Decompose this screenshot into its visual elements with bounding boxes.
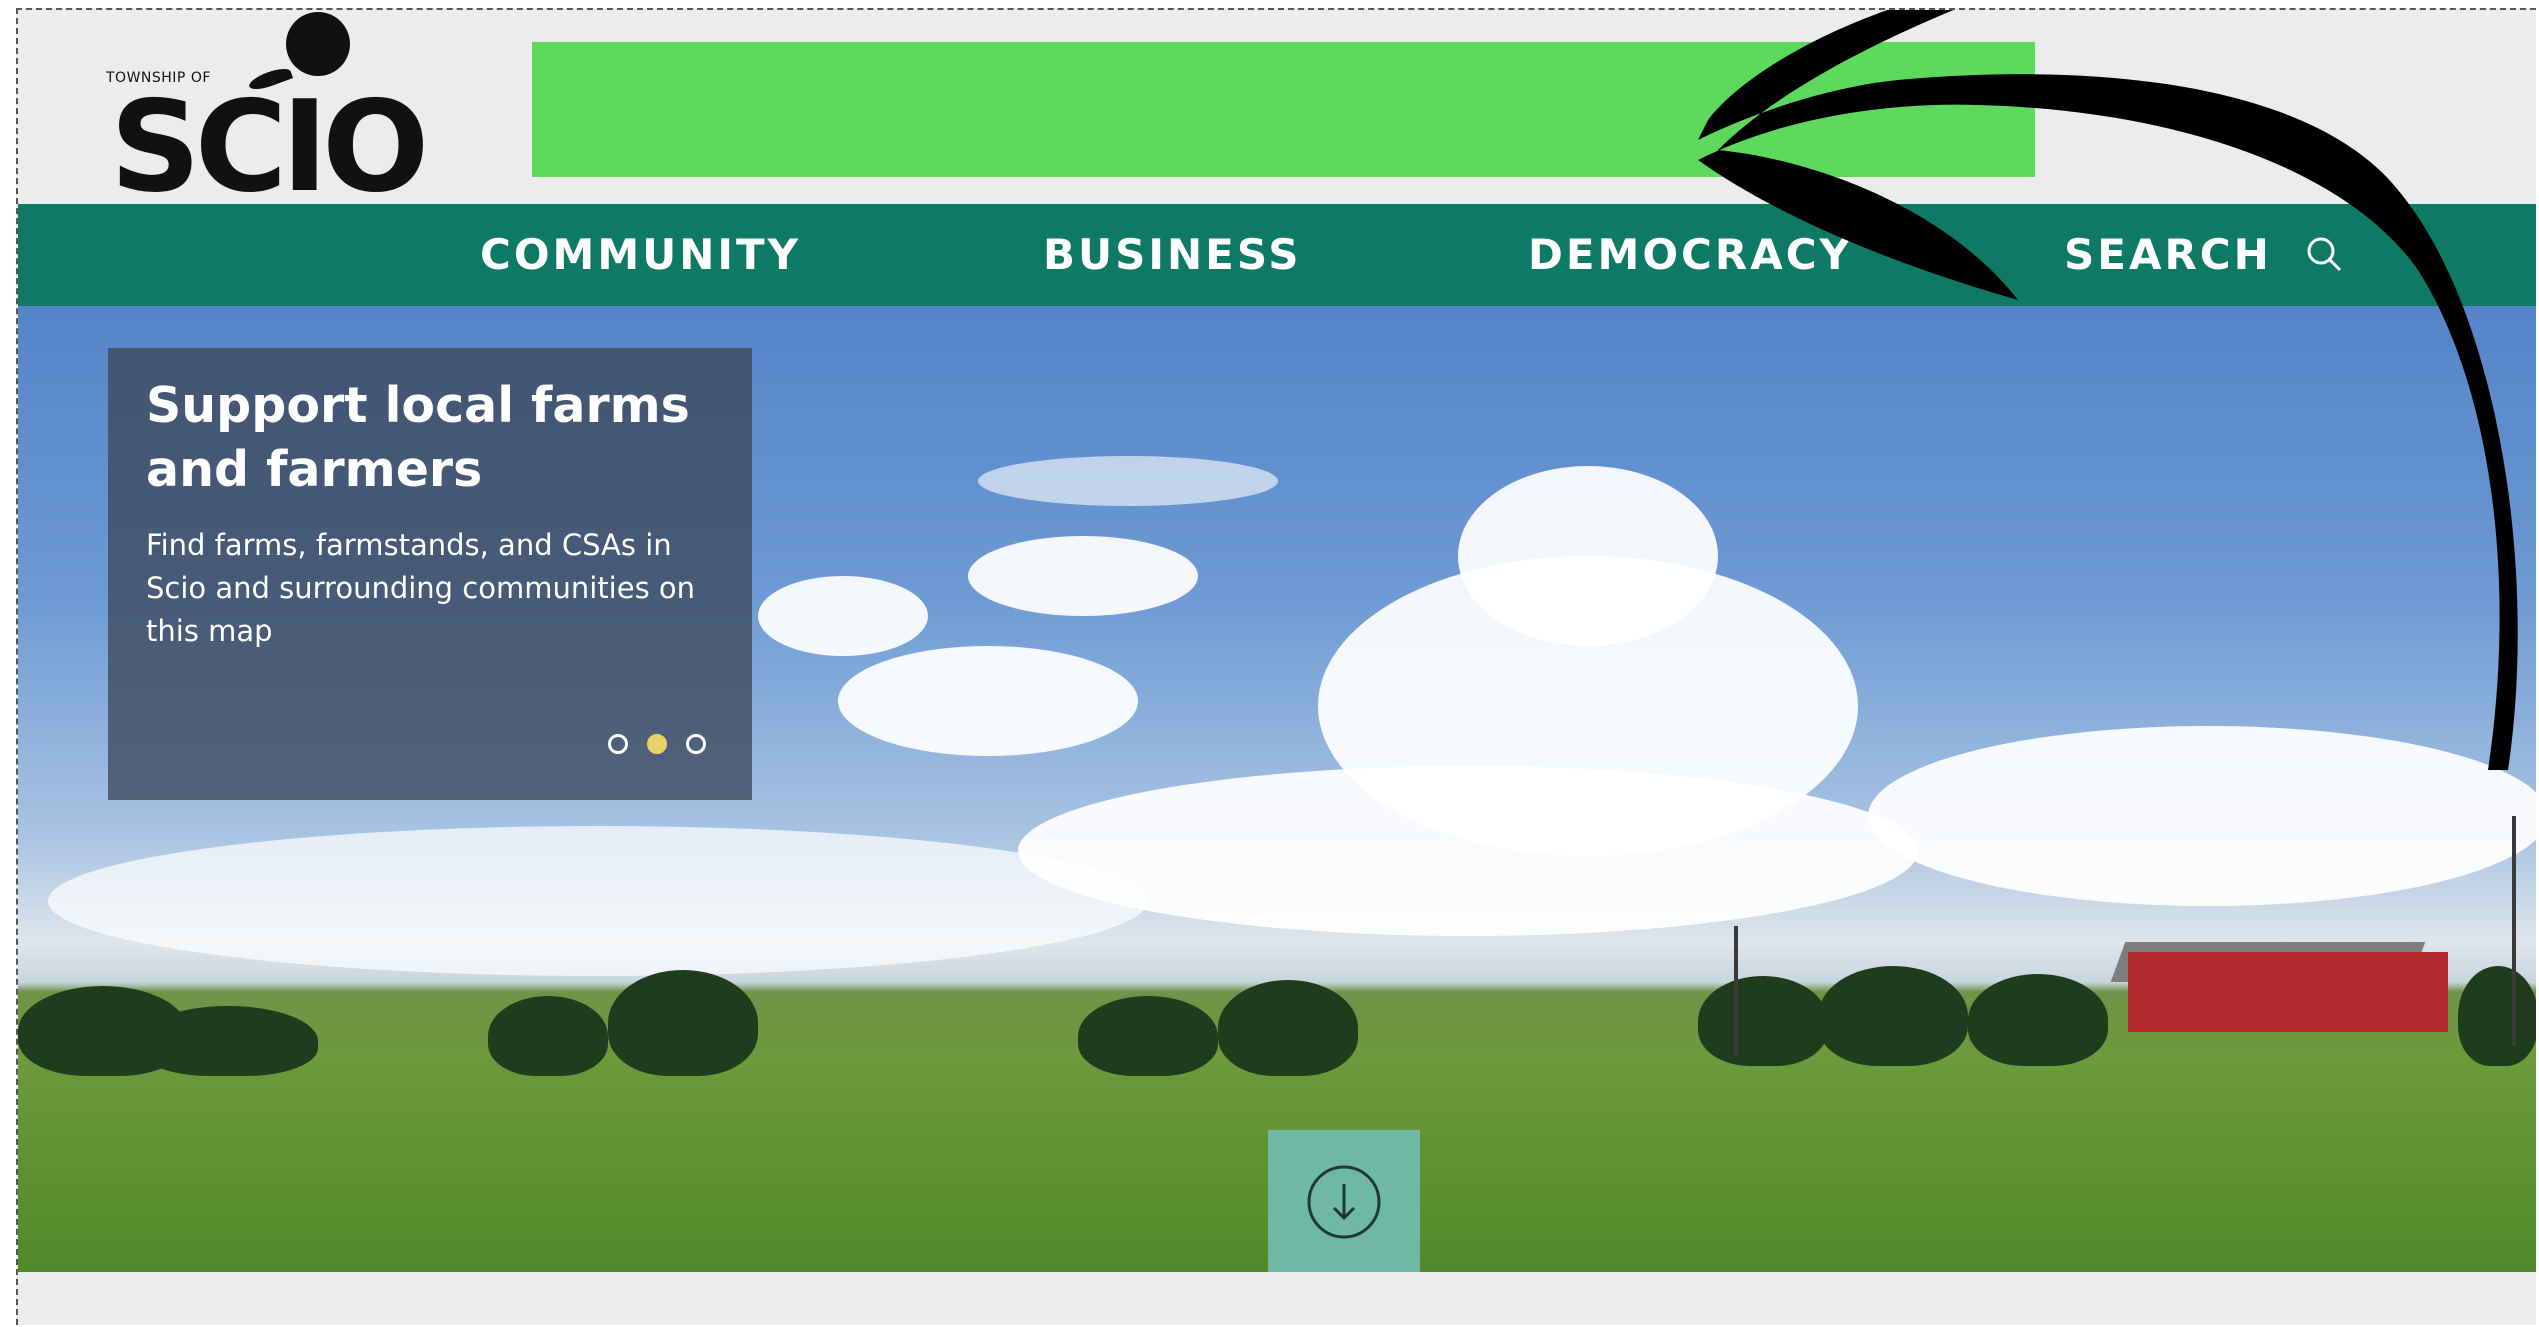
scroll-down-button[interactable] [1268, 1130, 1420, 1272]
utility-pole [2512, 816, 2516, 1046]
tree [1968, 974, 2108, 1066]
slide-dot-2[interactable] [646, 734, 667, 754]
hero-image: Support local farms and farmers Find far… [18, 306, 2536, 1272]
highlight-banner [532, 42, 2035, 177]
tree [1818, 966, 1968, 1066]
arrow-down-circle-icon [1307, 1165, 1381, 1239]
nav-item-community[interactable]: COMMUNITY [480, 204, 801, 306]
tree [488, 996, 608, 1076]
slide-pagination [594, 734, 706, 758]
nav-item-democracy[interactable]: DEMOCRACY [1528, 204, 1853, 306]
slide-dot-1[interactable] [607, 734, 628, 754]
cloud [978, 456, 1278, 506]
tree [1698, 976, 1828, 1066]
tree [138, 1006, 318, 1076]
tree [608, 970, 758, 1076]
utility-pole [1734, 926, 1738, 1056]
cloud [968, 536, 1198, 616]
nav-search-button[interactable]: SEARCH [2064, 204, 2343, 306]
cloud [1458, 466, 1718, 646]
tree [1078, 996, 1218, 1076]
cloud [838, 646, 1138, 756]
slide-description: Find farms, farmstands, and CSAs in Scio… [146, 528, 696, 648]
tree [2458, 966, 2536, 1066]
cloud [1868, 726, 2536, 906]
search-label: SEARCH [2064, 230, 2272, 279]
township-logo[interactable]: TOWNSHIP OF SCIO [106, 12, 466, 210]
slide-dot-3[interactable] [686, 734, 706, 754]
main-navigation: COMMUNITY BUSINESS DEMOCRACY SEARCH [18, 204, 2536, 306]
cloud [48, 826, 1148, 976]
featured-slide-card[interactable]: Support local farms and farmers Find far… [108, 348, 752, 800]
page-frame: TOWNSHIP OF SCIO COMMUNITY BUSINESS DEMO… [16, 8, 2536, 1325]
slide-title: Support local farms and farmers [146, 377, 690, 498]
search-icon [2307, 237, 2342, 271]
cloud [758, 576, 928, 656]
tree [1218, 980, 1358, 1076]
nav-item-business[interactable]: BUSINESS [1043, 204, 1301, 306]
cloud [1018, 766, 1918, 936]
red-barn [2128, 952, 2448, 1032]
logo-wordmark: SCIO [110, 73, 429, 220]
logo-figure-head [286, 12, 350, 76]
